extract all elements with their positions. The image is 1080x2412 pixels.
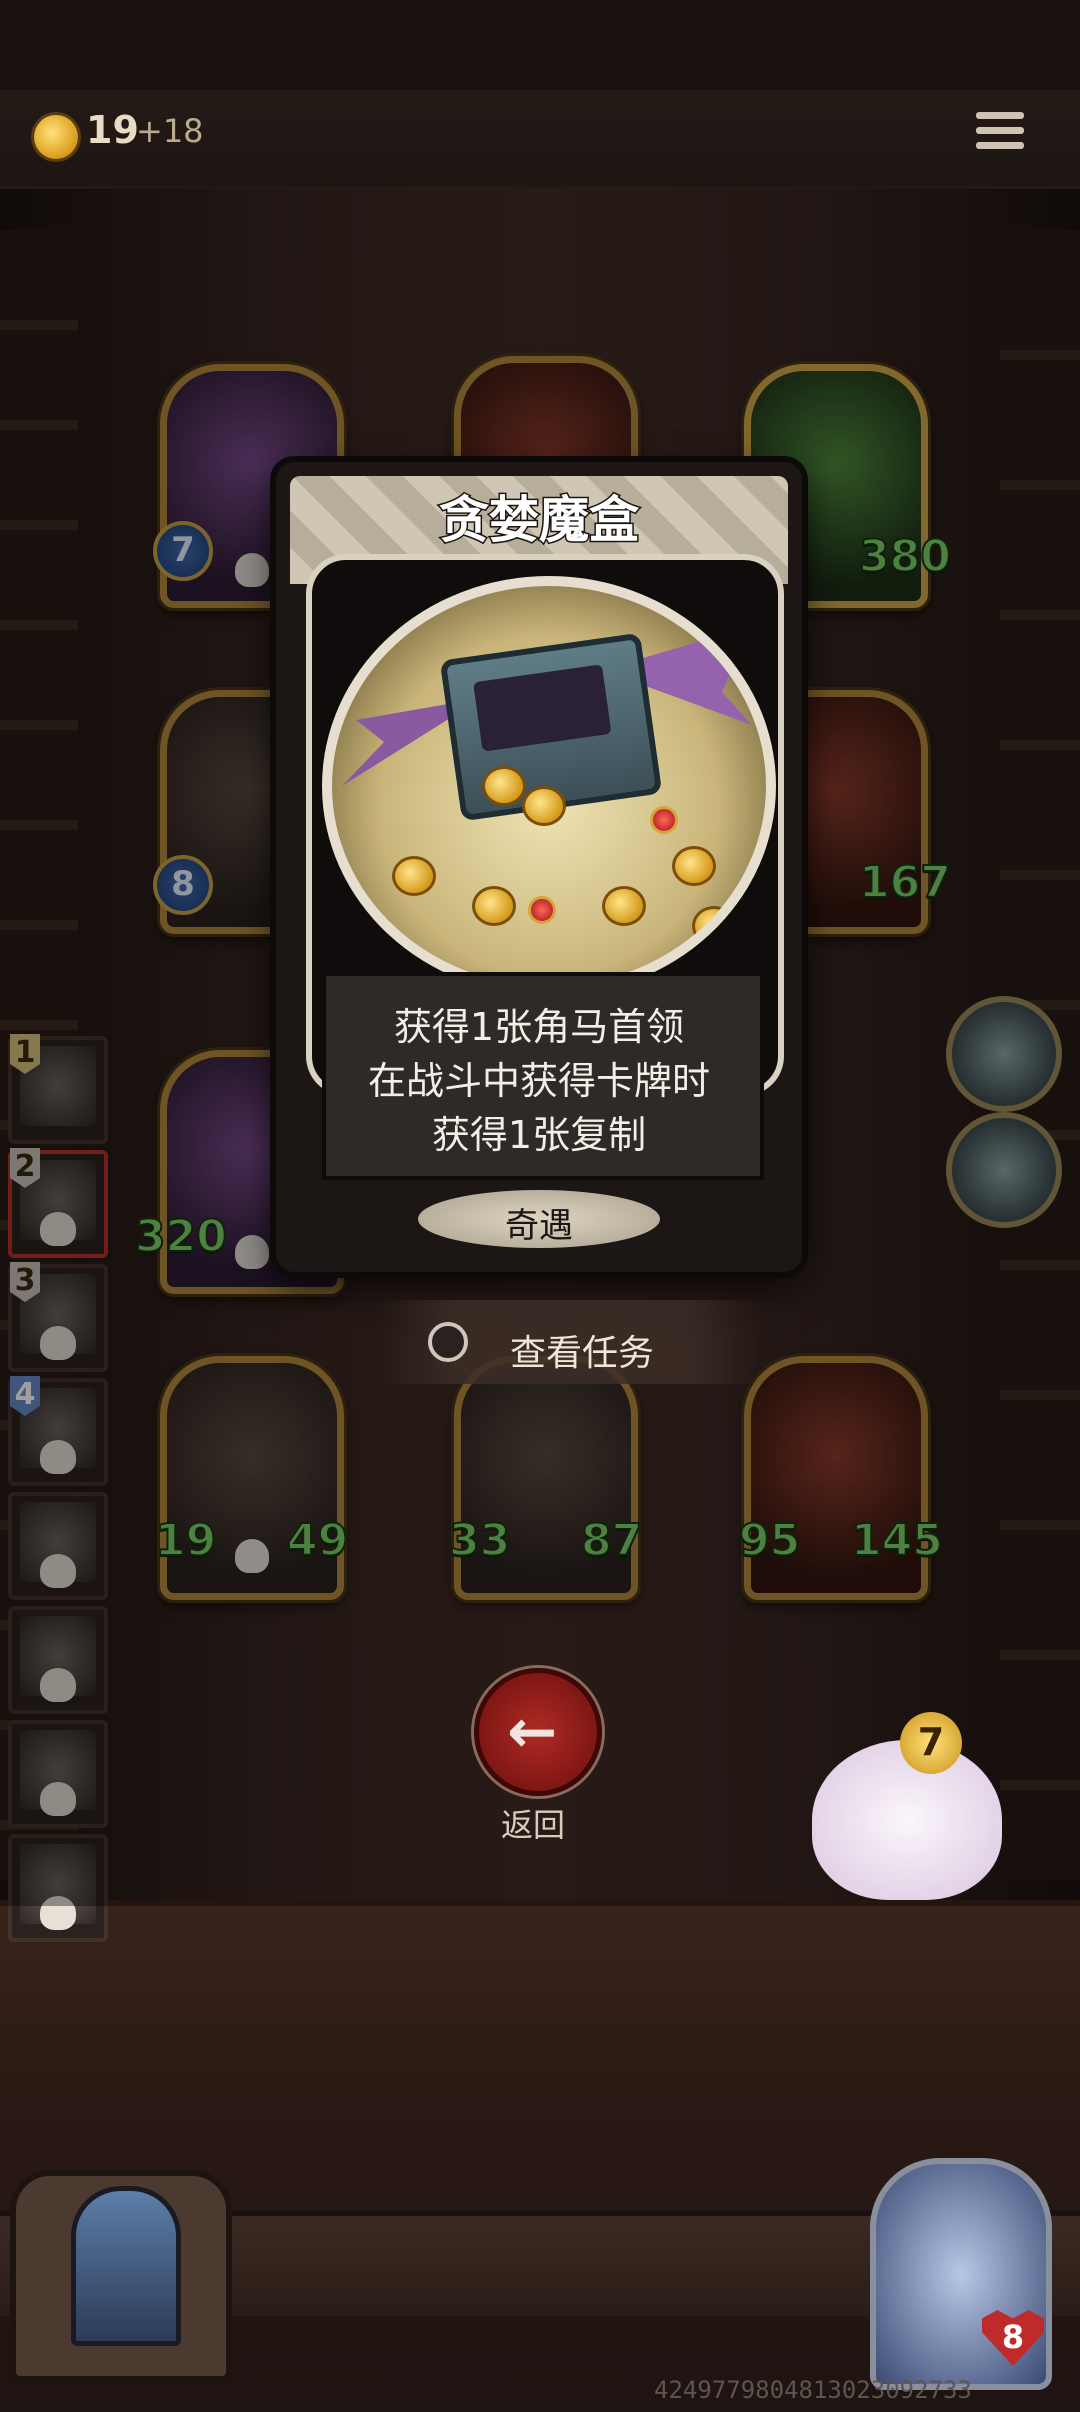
treasure-chest-illustration — [322, 576, 776, 996]
event-desc-line-1: 获得1张角马首领 — [393, 1005, 685, 1049]
event-title: 贪婪魔盒 — [438, 490, 641, 551]
left-arrow-icon: ← — [507, 1697, 558, 1767]
radio-circle-icon[interactable] — [428, 1322, 468, 1362]
back-button[interactable]: ← — [474, 1668, 602, 1796]
gem-icon — [528, 896, 556, 924]
event-desc-line-3: 获得1张复制 — [431, 1113, 647, 1157]
top-bar: 19 +18 — [0, 90, 1080, 189]
mascot-character[interactable] — [812, 1740, 1002, 1900]
gem-icon — [650, 806, 678, 834]
coin-icon — [692, 906, 736, 946]
gold-income: +18 — [136, 112, 204, 150]
coin-icon — [482, 766, 526, 806]
player-hp: 8 — [1001, 2318, 1025, 2356]
coin-icon — [472, 886, 516, 926]
event-card: 贪婪魔盒 获得1张角马首领 在战斗中获得卡牌时 获得1张复制 奇遇 — [276, 462, 802, 1272]
mascot-badge: 7 — [900, 1712, 962, 1774]
rabbit-silhouette-window-icon — [71, 2186, 181, 2346]
coin-icon — [392, 856, 436, 896]
build-id: 4249779804813023092733 — [654, 2376, 972, 2404]
event-type-label: 奇遇 — [505, 1206, 573, 1246]
gold-coin-icon — [34, 115, 78, 159]
coin-icon — [672, 846, 716, 886]
hamburger-menu-icon — [976, 112, 1024, 119]
hamburger-line — [976, 142, 1024, 149]
event-desc-line-2: 在战斗中获得卡牌时 — [367, 1059, 710, 1103]
shop-window-button[interactable] — [10, 2170, 232, 2382]
hamburger-line — [976, 127, 1024, 134]
coin-icon — [602, 886, 646, 926]
back-label[interactable]: 返回 — [474, 1800, 592, 1846]
view-tasks-label[interactable]: 查看任务 — [510, 1324, 654, 1376]
coin-icon — [522, 786, 566, 826]
gold-count: 19 — [86, 108, 139, 152]
menu-button[interactable] — [976, 112, 1024, 162]
chest-inner — [473, 664, 612, 752]
